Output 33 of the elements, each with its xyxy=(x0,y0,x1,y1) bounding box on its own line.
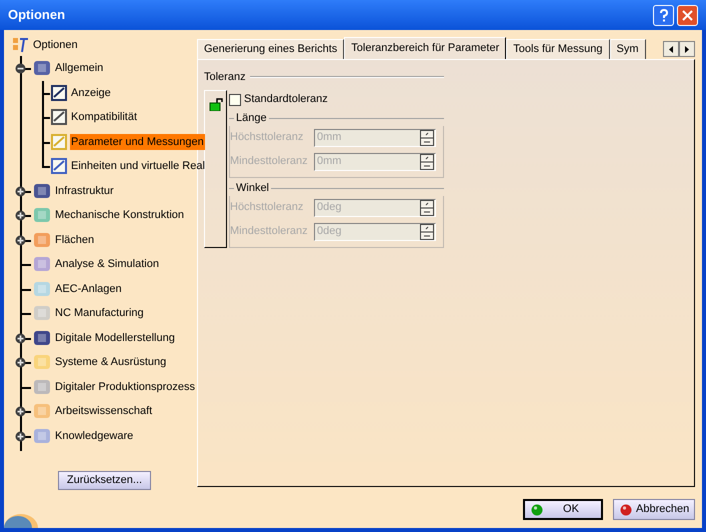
tree-item[interactable]: Anzeige xyxy=(70,84,112,101)
tree-item[interactable]: Infrastruktur xyxy=(54,182,115,199)
cancel-button[interactable]: Abbrechen xyxy=(613,499,695,520)
tree-item[interactable]: Digitale Modellerstellung xyxy=(54,330,176,346)
group-title: Toleranz xyxy=(204,70,246,85)
ok-button[interactable]: OK xyxy=(523,499,603,520)
tree-item[interactable]: Allgemein xyxy=(54,60,104,76)
tree-item[interactable]: Digitaler Produktionsprozess xyxy=(54,378,196,395)
tree-item[interactable]: Analyse & Simulation xyxy=(54,256,160,272)
tree-item[interactable]: Mechanische Konstruktion xyxy=(54,207,186,224)
tab[interactable]: Tools für Messung xyxy=(506,39,610,59)
reset-button[interactable]: Zurücksetzen... xyxy=(58,471,151,490)
tree-item[interactable]: Kompatibilität xyxy=(70,109,138,126)
field-label: Mindesttoleranz xyxy=(230,224,309,240)
group-title: Winkel xyxy=(235,181,270,196)
tab[interactable]: Sym xyxy=(610,39,646,59)
tab[interactable]: Generierung eines Berichts xyxy=(197,39,344,59)
tree-item[interactable]: Systeme & Ausrüstung xyxy=(54,354,168,370)
tree-item[interactable]: Optionen xyxy=(32,36,79,54)
tree-item[interactable]: Einheiten und virtuelle Real xyxy=(70,158,206,174)
tree-item[interactable]: Parameter und Messungen xyxy=(70,134,205,150)
tab[interactable]: Toleranzbereich für Parameter xyxy=(344,37,506,59)
tree-item[interactable]: Arbeitswissenschaft xyxy=(54,403,154,420)
tree-item[interactable]: AEC-Anlagen xyxy=(54,280,123,297)
field-label: Mindesttoleranz xyxy=(230,154,309,170)
field-label: Höchsttoleranz xyxy=(230,130,304,146)
window-title: Optionen xyxy=(8,6,66,24)
tree-item[interactable]: Knowledgeware xyxy=(54,428,134,444)
group-title: Länge xyxy=(235,111,268,126)
field-label: Höchsttoleranz xyxy=(230,200,304,216)
tree-item[interactable]: NC Manufacturing xyxy=(54,305,145,322)
tree-item[interactable]: Flächen xyxy=(54,232,96,248)
checkbox-label: Standardtoleranz xyxy=(244,92,328,108)
